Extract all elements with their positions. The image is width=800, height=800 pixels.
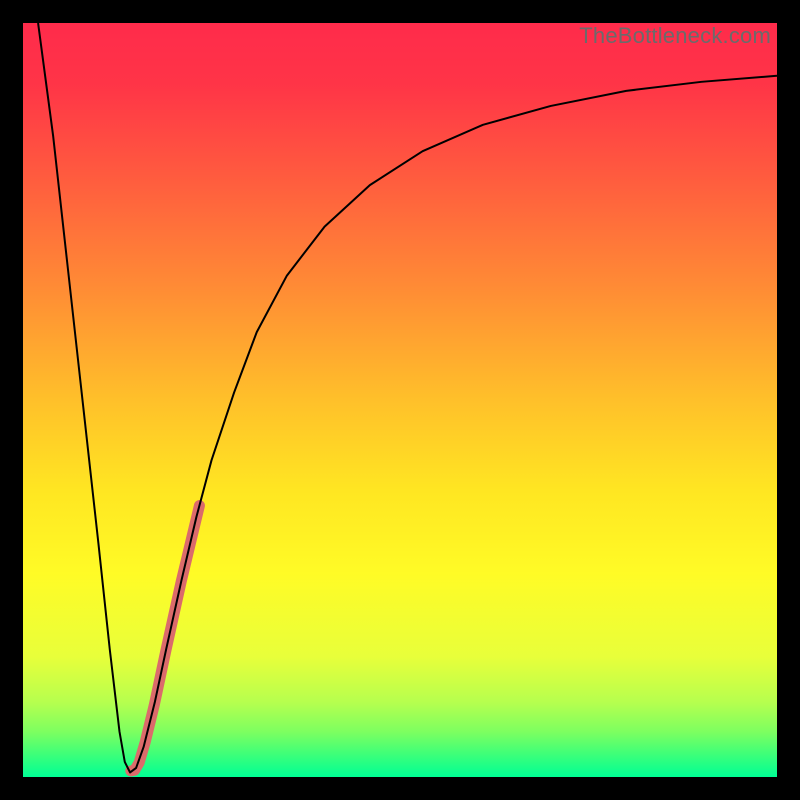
gradient-bg bbox=[23, 23, 777, 777]
watermark-text: TheBottleneck.com bbox=[579, 23, 771, 49]
chart-frame: TheBottleneck.com bbox=[0, 0, 800, 800]
chart-svg bbox=[23, 23, 777, 777]
plot-area: TheBottleneck.com bbox=[23, 23, 777, 777]
